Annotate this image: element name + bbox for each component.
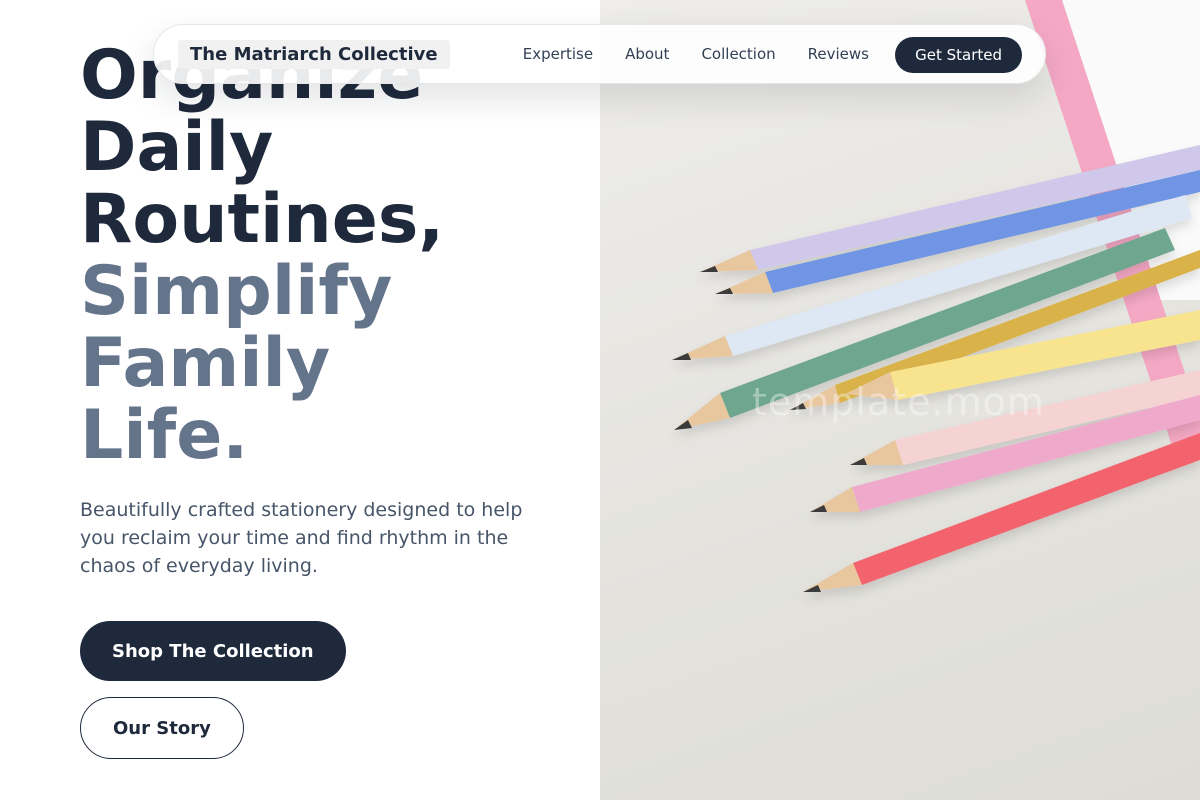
watermark-text: template.mom [752,380,1045,424]
hero-subtitle: Beautifully crafted stationery designed … [80,499,523,577]
top-navbar: The Matriarch Collective Expertise About… [153,24,1046,84]
headline-line-family: Family [80,324,331,403]
our-story-button[interactable]: Our Story [80,697,244,759]
landing-page: template.mom Organize Daily Routines, Si… [0,0,1200,800]
nav-links: Expertise About Collection Reviews [523,25,869,83]
headline-line-daily: Daily [80,108,274,187]
nav-link-reviews[interactable]: Reviews [808,45,869,63]
get-started-button[interactable]: Get Started [895,37,1022,73]
shop-collection-button[interactable]: Shop The Collection [80,621,346,681]
nav-link-collection[interactable]: Collection [701,45,775,63]
nav-link-about[interactable]: About [625,45,669,63]
brand-logo-link[interactable]: The Matriarch Collective [178,40,450,69]
hero-photo-pencils: template.mom [600,0,1200,800]
headline-line-routines: Routines, [80,180,445,259]
headline-line-life: Life. [80,396,249,475]
nav-link-expertise[interactable]: Expertise [523,45,593,63]
hero-headline: Organize Daily Routines, Simplify Family… [80,40,444,472]
headline-line-simplify: Simplify [80,252,393,331]
